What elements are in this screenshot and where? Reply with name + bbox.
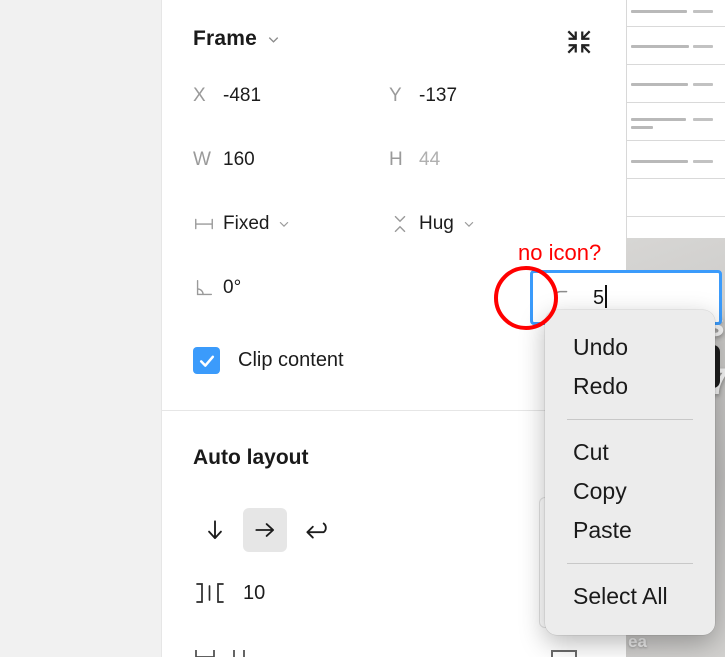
chevron-down-icon[interactable] xyxy=(266,32,281,47)
menu-separator xyxy=(567,563,693,565)
horizontal-resize-icon xyxy=(193,213,223,235)
h-label: H xyxy=(389,149,403,170)
padding-icons-row[interactable] xyxy=(193,648,251,657)
annotation-circle xyxy=(494,266,558,330)
y-value: -137 xyxy=(419,85,458,106)
chevron-down-icon[interactable] xyxy=(277,217,291,231)
clip-content-checkbox[interactable] xyxy=(193,347,220,374)
y-label: Y xyxy=(389,85,402,106)
position-row: X -481 Y -137 xyxy=(162,85,626,131)
rotation-field[interactable]: 0° xyxy=(193,277,241,299)
frame-section-header[interactable]: Frame xyxy=(193,27,281,51)
x-label: X xyxy=(193,85,206,106)
collapse-panel-button[interactable] xyxy=(564,27,594,57)
w-label: W xyxy=(193,149,211,170)
gap-spacing-value: 10 xyxy=(243,581,266,604)
horizontal-resize-field[interactable]: Fixed xyxy=(193,213,291,235)
padding-box-icon[interactable] xyxy=(551,650,577,657)
collapse-arrows-icon xyxy=(567,30,591,54)
background-word-3: ea xyxy=(628,632,647,651)
context-menu: Undo Redo Cut Copy Paste Select All xyxy=(545,310,715,635)
vertical-resize-field[interactable]: Hug xyxy=(389,213,476,235)
x-value: -481 xyxy=(223,85,262,106)
padding-vertical-icon xyxy=(195,650,215,657)
width-value: 160 xyxy=(223,149,255,170)
gap-spacing-field[interactable]: 10 xyxy=(193,580,265,606)
auto-layout-title: Auto layout xyxy=(193,446,309,469)
clip-content-row[interactable]: Clip content xyxy=(193,347,344,374)
width-field[interactable]: W 160 xyxy=(193,149,255,171)
rotation-value: 0° xyxy=(223,277,242,298)
menu-item-cut[interactable]: Cut xyxy=(545,433,715,472)
menu-item-undo[interactable]: Undo xyxy=(545,328,715,367)
menu-item-copy[interactable]: Copy xyxy=(545,472,715,511)
x-field[interactable]: X -481 xyxy=(193,85,261,107)
menu-item-redo[interactable]: Redo xyxy=(545,367,715,406)
vertical-resize-icon xyxy=(389,213,419,235)
clip-content-label: Clip content xyxy=(238,349,344,371)
y-field[interactable]: Y -137 xyxy=(389,85,457,107)
menu-item-select-all[interactable]: Select All xyxy=(545,577,715,616)
padding-horizontal-icon xyxy=(233,650,245,657)
page-title: Frame xyxy=(193,27,258,50)
height-field[interactable]: H 44 xyxy=(389,149,440,171)
screenshot-root: reensh 0....27.4 it nt ea Frame xyxy=(0,0,725,657)
menu-item-paste[interactable]: Paste xyxy=(545,511,715,550)
wrap-arrow-icon[interactable] xyxy=(293,508,337,552)
background-document-thumbnail xyxy=(626,0,725,238)
size-row: W 160 H 44 xyxy=(162,149,626,195)
height-value: 44 xyxy=(419,149,441,170)
annotation-text: no icon? xyxy=(518,240,602,265)
gap-spacing-icon xyxy=(193,580,227,606)
vertical-resize-value: Hug xyxy=(419,213,454,234)
arrow-right-icon[interactable] xyxy=(243,508,287,552)
auto-layout-direction-group xyxy=(193,508,337,552)
menu-separator xyxy=(567,419,693,421)
horizontal-resize-value: Fixed xyxy=(223,213,270,234)
chevron-down-icon[interactable] xyxy=(462,217,476,231)
arrow-down-icon[interactable] xyxy=(193,508,237,552)
rotation-angle-icon xyxy=(193,277,223,299)
corner-radius-value: 5 xyxy=(593,285,608,310)
checkmark-icon xyxy=(199,355,214,367)
text-caret xyxy=(605,285,608,308)
